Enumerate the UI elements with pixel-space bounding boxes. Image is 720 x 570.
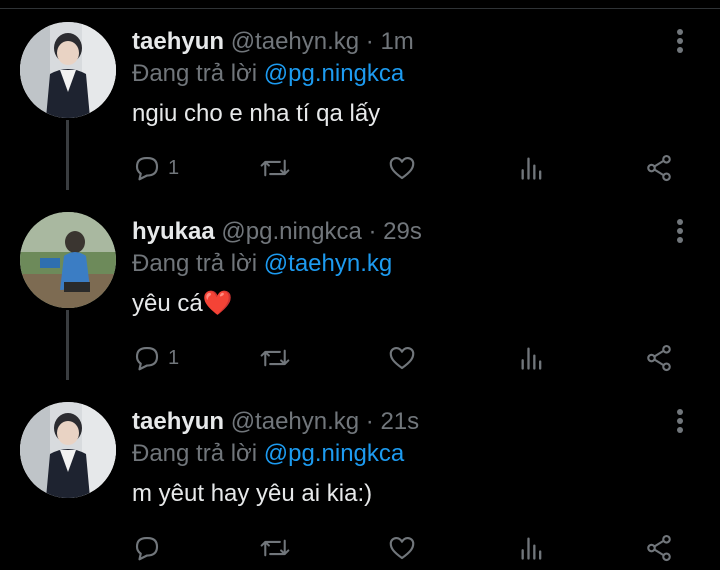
timestamp[interactable]: · 1m — [366, 28, 414, 55]
retweet-button[interactable] — [258, 146, 292, 190]
share-button[interactable] — [644, 336, 674, 380]
reply-count: 1 — [168, 346, 180, 369]
timestamp[interactable]: · 21s — [366, 408, 419, 435]
author-name[interactable]: taehyun — [132, 408, 224, 435]
replying-to: Đang trả lời @pg.ningkca — [132, 438, 404, 470]
views-icon — [521, 347, 542, 370]
reply-button[interactable]: 1 — [132, 146, 179, 190]
timestamp[interactable]: · 29s — [369, 218, 422, 245]
replying-prefix: Đang trả lời — [132, 250, 258, 277]
views-button[interactable] — [518, 336, 546, 380]
tweet-3[interactable]: taehyun @taehyn.kg · 21s Đang trả lời @p… — [0, 380, 720, 570]
retweet-icon — [260, 539, 290, 557]
views-button[interactable] — [518, 526, 546, 570]
tweet-2[interactable]: hyukaa @pg.ningkca · 29s Đang trả lời @t… — [0, 190, 720, 380]
reply-button[interactable]: 1 — [132, 336, 179, 380]
share-icon — [647, 154, 671, 182]
reply-icon — [135, 346, 159, 371]
retweet-button[interactable] — [258, 526, 292, 570]
action-bar: 1 — [0, 146, 720, 190]
like-icon — [389, 156, 415, 180]
author-handle[interactable]: @taehyn.kg — [231, 28, 359, 55]
like-button[interactable] — [386, 526, 418, 570]
avatar[interactable] — [20, 402, 116, 498]
share-button[interactable] — [644, 146, 674, 190]
more-icon[interactable] — [668, 406, 692, 436]
like-icon — [389, 346, 415, 370]
like-icon — [389, 536, 415, 560]
reply-button[interactable] — [132, 526, 168, 570]
author-name[interactable]: taehyun — [132, 28, 224, 55]
tweet-1[interactable]: taehyun @taehyn.kg · 1m Đang trả lời @pg… — [0, 0, 720, 190]
retweet-icon — [260, 159, 290, 177]
tweet-header: hyukaa @pg.ningkca · 29s — [132, 217, 422, 247]
avatar[interactable] — [20, 212, 116, 308]
share-icon — [647, 344, 671, 372]
replying-mention[interactable]: @taehyn.kg — [264, 250, 392, 277]
author-handle[interactable]: @taehyn.kg — [231, 408, 359, 435]
author-handle[interactable]: @pg.ningkca — [221, 218, 361, 245]
more-icon[interactable] — [668, 216, 692, 246]
replying-to: Đang trả lời @taehyn.kg — [132, 248, 392, 280]
replying-to: Đang trả lời @pg.ningkca — [132, 58, 404, 90]
retweet-icon — [260, 349, 290, 367]
like-button[interactable] — [386, 146, 418, 190]
reply-icon — [135, 156, 159, 181]
tweet-text: ngiu cho e nha tí qa lấy — [132, 100, 381, 127]
views-icon — [521, 537, 542, 560]
views-icon — [521, 157, 542, 180]
avatar[interactable] — [20, 22, 116, 118]
author-name[interactable]: hyukaa — [132, 218, 215, 245]
action-bar — [0, 526, 720, 570]
replying-mention[interactable]: @pg.ningkca — [264, 60, 404, 87]
action-bar: 1 — [0, 336, 720, 380]
replying-prefix: Đang trả lời — [132, 440, 258, 467]
tweet-header: taehyun @taehyn.kg · 21s — [132, 407, 419, 437]
tweet-text: m yêut hay yêu ai kia:) — [132, 480, 373, 507]
tweet-header: taehyun @taehyn.kg · 1m — [132, 27, 414, 57]
reply-count: 1 — [168, 156, 180, 179]
reply-icon — [135, 536, 159, 561]
replying-mention[interactable]: @pg.ningkca — [264, 440, 404, 467]
views-button[interactable] — [518, 146, 546, 190]
replying-prefix: Đang trả lời — [132, 60, 258, 87]
tweet-text: yêu cá❤️ — [132, 290, 233, 317]
share-icon — [647, 534, 671, 562]
retweet-button[interactable] — [258, 336, 292, 380]
like-button[interactable] — [386, 336, 418, 380]
share-button[interactable] — [644, 526, 674, 570]
more-icon[interactable] — [668, 26, 692, 56]
